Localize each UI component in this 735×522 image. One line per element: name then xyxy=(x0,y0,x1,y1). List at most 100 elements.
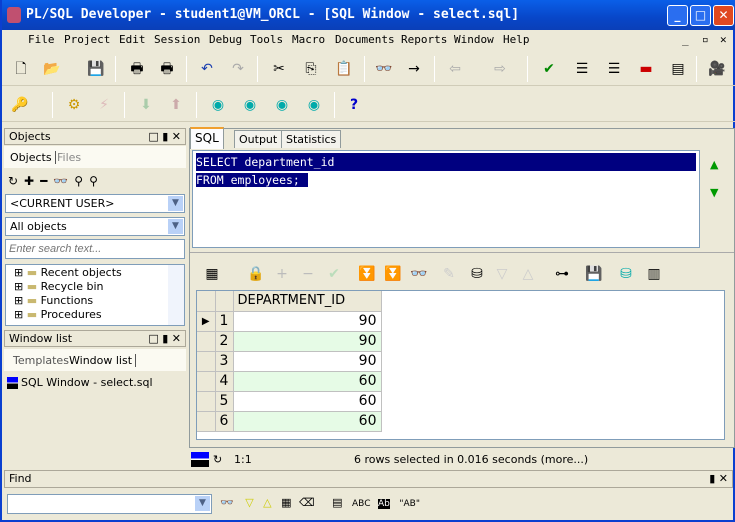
table-row[interactable]: 3 90 xyxy=(197,351,382,372)
objects-toolbar[interactable]: ↻✚━👓⚲⚲ xyxy=(8,174,104,188)
prev-record-icon[interactable]: △ xyxy=(518,264,538,284)
tab-output[interactable]: Output xyxy=(234,130,283,148)
clear-record-icon[interactable]: ✎ xyxy=(439,264,459,284)
query-by-example-icon[interactable]: ⛁ xyxy=(467,264,487,284)
menu-session[interactable]: Session xyxy=(154,33,200,46)
break-icon[interactable]: ⚡ xyxy=(94,95,114,115)
tree-item[interactable]: ⊞ ▬ Functions xyxy=(14,294,122,308)
tab-files[interactable]: Files xyxy=(57,151,81,164)
logon-icon[interactable]: 🔑 xyxy=(10,95,30,115)
menu-help[interactable]: Help xyxy=(503,33,530,46)
paste-icon[interactable]: 📋 xyxy=(334,59,354,79)
chevron-down-icon[interactable]: ▼ xyxy=(168,219,183,234)
highlight-icon[interactable]: ▦ xyxy=(281,496,291,509)
single-record-icon[interactable]: ⊶ xyxy=(552,264,572,284)
fetch-last-icon[interactable]: ⏬ xyxy=(383,264,403,284)
panel-controls[interactable]: ▮ ✕ xyxy=(709,471,728,486)
panel-controls[interactable]: □ ▮ ✕ xyxy=(148,331,181,346)
uncomment-icon[interactable]: ▤ xyxy=(668,59,688,79)
row-indicator[interactable] xyxy=(197,351,216,372)
find-icon[interactable]: 👓 xyxy=(374,59,394,79)
menu-project[interactable]: Project xyxy=(64,33,110,46)
close-button[interactable]: ✕ xyxy=(713,5,734,26)
user-combo[interactable]: <CURRENT USER> ▼ xyxy=(5,194,185,213)
menu-debug[interactable]: Debug xyxy=(209,33,242,46)
chart-icon[interactable]: ▥ xyxy=(644,264,664,284)
row-indicator[interactable] xyxy=(197,411,216,432)
cell-department-id[interactable]: 90 xyxy=(233,311,382,332)
table-row[interactable]: 4 60 xyxy=(197,371,382,392)
chevron-down-icon[interactable]: ▼ xyxy=(195,496,210,511)
find-next-icon[interactable]: ▽ xyxy=(245,496,253,509)
lock-icon[interactable]: 🔒 xyxy=(246,264,266,284)
clear-icon[interactable]: ◉ xyxy=(304,95,324,115)
status-message[interactable]: 6 rows selected in 0.016 seconds (more..… xyxy=(354,450,588,470)
arrow-up-icon[interactable]: ▲ xyxy=(710,158,718,171)
menu-file[interactable]: File xyxy=(28,33,55,46)
object-type-combo[interactable]: All objects ▼ xyxy=(5,217,185,236)
commit-icon[interactable]: ⬇ xyxy=(136,95,156,115)
cell-department-id[interactable]: 60 xyxy=(233,391,382,412)
quoted-button[interactable]: "AB" xyxy=(399,499,420,509)
macro-icon[interactable]: 🎥 xyxy=(707,59,727,79)
mdi-restore[interactable]: ▫ xyxy=(702,33,709,46)
delete-row-icon[interactable]: − xyxy=(298,264,318,284)
menu-window[interactable]: Window xyxy=(454,33,494,46)
tab-statistics[interactable]: Statistics xyxy=(281,130,342,148)
tab-window-list[interactable]: Window list xyxy=(69,354,137,367)
cell-department-id[interactable]: 90 xyxy=(233,331,382,352)
find-icon[interactable]: 👓 xyxy=(220,496,234,509)
back-icon[interactable]: ⇦ xyxy=(445,59,465,79)
row-indicator[interactable] xyxy=(197,331,216,352)
table-row[interactable]: ▶ 1 90 xyxy=(197,311,382,332)
export-icon[interactable]: ⛁ xyxy=(616,264,636,284)
print-preview-icon[interactable]: 🖶 xyxy=(157,59,177,79)
next-record-icon[interactable]: ▽ xyxy=(492,264,512,284)
table-row[interactable]: 5 60 xyxy=(197,391,382,412)
tree-item[interactable]: ⊞ ▬ Recycle bin xyxy=(14,280,122,294)
unindent-icon[interactable]: ☰ xyxy=(604,59,624,79)
indent-icon[interactable]: ☰ xyxy=(572,59,592,79)
result-grid[interactable]: DEPARTMENT_ID ▶ 1 90 2 90 3 90 4 60 5 60 6 60 xyxy=(196,290,725,440)
splitter[interactable] xyxy=(190,252,734,255)
undo-icon[interactable]: ↶ xyxy=(197,59,217,79)
cell-department-id[interactable]: 90 xyxy=(233,351,382,372)
whole-word-icon[interactable]: Ab xyxy=(377,499,390,509)
mdi-minimize[interactable]: _ xyxy=(682,33,689,46)
tree-scrollbar[interactable] xyxy=(168,265,184,325)
panel-controls[interactable]: □ ▮ ✕ xyxy=(148,129,181,144)
menu-macro[interactable]: Macro xyxy=(292,33,325,46)
tab-objects[interactable]: Objects xyxy=(10,151,56,164)
menu-documents[interactable]: Documents xyxy=(335,33,395,46)
table-row[interactable]: 2 90 xyxy=(197,331,382,352)
selection-icon[interactable]: ▤ xyxy=(332,496,342,509)
copy-icon[interactable]: ⎘ xyxy=(301,59,321,79)
post-icon[interactable]: ✔ xyxy=(324,264,344,284)
tab-templates[interactable]: Templates xyxy=(13,354,69,367)
minimize-button[interactable]: _ xyxy=(667,5,688,26)
find-previous-icon[interactable]: △ xyxy=(263,496,271,509)
print-icon[interactable]: 🖶 xyxy=(127,59,147,79)
execute-icon[interactable]: ⚙ xyxy=(64,95,84,115)
row-indicator[interactable] xyxy=(197,391,216,412)
grid-view-icon[interactable]: ▦ xyxy=(202,264,222,284)
row-indicator[interactable] xyxy=(197,371,216,392)
column-header-department-id[interactable]: DEPARTMENT_ID xyxy=(233,291,382,312)
find-icon[interactable]: 👓 xyxy=(409,264,429,284)
save-icon[interactable]: 💾 xyxy=(86,59,106,79)
chevron-down-icon[interactable]: ▼ xyxy=(168,196,183,211)
search-input[interactable] xyxy=(5,239,185,259)
forward-icon[interactable]: ⇨ xyxy=(490,59,510,79)
window-list-item[interactable]: SQL Window - select.sql xyxy=(5,374,185,392)
query-icon[interactable]: ◉ xyxy=(272,95,292,115)
row-indicator[interactable]: ▶ xyxy=(197,311,216,332)
compile-icon[interactable]: ✔ xyxy=(539,59,559,79)
sql-trace-icon[interactable]: ◉ xyxy=(240,95,260,115)
explain-plan-icon[interactable]: ◉ xyxy=(208,95,228,115)
find-next-icon[interactable]: → xyxy=(404,59,424,79)
maximize-button[interactable]: □ xyxy=(690,5,711,26)
mdi-close[interactable]: ✕ xyxy=(720,33,727,46)
tree-item[interactable]: ⊞ ▬ Recent objects xyxy=(14,266,122,280)
cut-icon[interactable]: ✂ xyxy=(269,59,289,79)
add-row-icon[interactable]: + xyxy=(272,264,292,284)
